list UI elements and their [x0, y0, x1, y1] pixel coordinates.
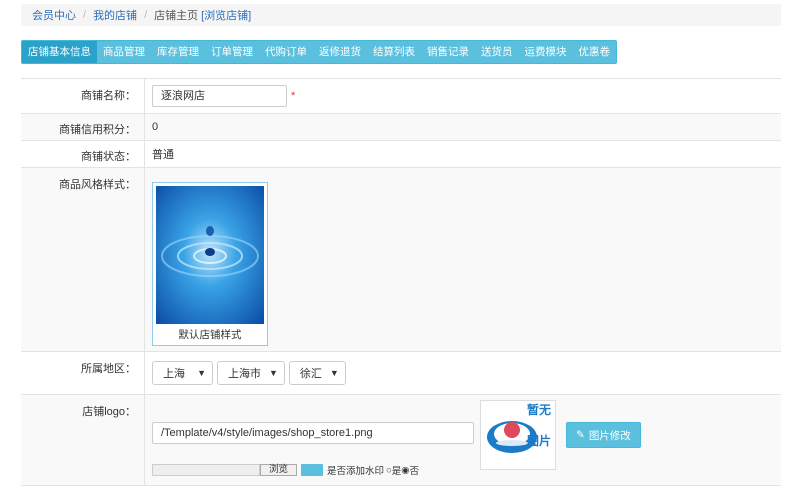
- district-value: 徐汇: [299, 368, 322, 380]
- chevron-down-icon: ▼: [269, 368, 278, 378]
- placeholder-text-2: 图片: [526, 434, 551, 448]
- pencil-icon: ✎: [576, 429, 585, 441]
- city-select[interactable]: 上海市 ▼: [217, 361, 285, 385]
- logo-preview: 暂无 图片: [480, 400, 556, 470]
- breadcrumb-home-link[interactable]: 会员中心: [32, 7, 76, 23]
- style-thumbnail[interactable]: 默认店铺样式: [152, 182, 268, 346]
- tab-sales-records[interactable]: 销售记录: [421, 41, 475, 63]
- watermark-yes-label: 是: [391, 466, 402, 477]
- watermark-no-radio[interactable]: ◉: [401, 465, 409, 476]
- store-name-input[interactable]: [152, 85, 287, 107]
- region-label: 所属地区：: [21, 352, 145, 394]
- breadcrumb-separator: /: [144, 9, 148, 21]
- credit-row: 商铺信用积分： 0: [21, 114, 781, 141]
- tab-proxy-orders[interactable]: 代购订单: [259, 41, 313, 63]
- chevron-down-icon: ▼: [197, 368, 206, 378]
- chevron-down-icon: ▼: [329, 368, 339, 378]
- browse-button[interactable]: 浏览: [260, 464, 298, 476]
- credit-value: 0: [152, 121, 159, 133]
- style-row: 商品风格样式： 默认店铺样式: [21, 168, 781, 352]
- water-drop-image: [156, 186, 264, 324]
- province-value: 上海: [163, 368, 185, 380]
- tab-products[interactable]: 商品管理: [97, 41, 151, 63]
- credit-label: 商铺信用积分：: [21, 114, 145, 140]
- tab-orders[interactable]: 订单管理: [205, 41, 259, 63]
- watermark-label: 是否添加水印: [327, 466, 385, 477]
- file-input[interactable]: [152, 464, 260, 476]
- tab-shipping[interactable]: 运费模块: [519, 41, 573, 63]
- status-row: 商铺状态： 普通: [21, 141, 781, 168]
- logo-label: 店铺logo：: [21, 395, 145, 485]
- tab-store-info[interactable]: 店铺基本信息: [22, 41, 97, 63]
- city-value: 上海市: [228, 368, 261, 380]
- edit-image-button[interactable]: ✎ 图片修改: [566, 422, 641, 448]
- required-mark: *: [291, 90, 296, 102]
- status-value: 普通: [152, 149, 174, 161]
- tab-coupons[interactable]: 优惠卷: [573, 41, 617, 63]
- breadcrumb-store-link[interactable]: 我的店铺: [93, 7, 137, 23]
- breadcrumb-current: 店铺主页: [154, 10, 199, 22]
- upload-button[interactable]: [301, 464, 324, 476]
- browse-store-link[interactable]: [浏览店铺]: [201, 7, 251, 23]
- style-caption: 默认店铺样式: [178, 329, 242, 341]
- watermark-no-label: 否: [409, 466, 420, 477]
- tab-settlements[interactable]: 结算列表: [367, 41, 421, 63]
- region-row: 所属地区： 上海 ▼ 上海市 ▼ 徐汇 ▼: [21, 352, 781, 395]
- breadcrumb-separator: /: [83, 9, 87, 21]
- province-select[interactable]: 上海 ▼: [152, 361, 213, 385]
- store-name-row: 商铺名称： *: [21, 79, 781, 114]
- style-label: 商品风格样式：: [21, 168, 145, 351]
- logo-path-input[interactable]: [152, 422, 474, 444]
- tab-inventory[interactable]: 库存管理: [151, 41, 205, 63]
- store-name-label: 商铺名称：: [21, 79, 145, 113]
- tab-bar: 店铺基本信息 商品管理 库存管理 订单管理 代购订单 返修退货 结算列表 销售记…: [21, 40, 617, 64]
- breadcrumb: 会员中心 / 我的店铺 / 店铺主页 [浏览店铺]: [21, 4, 781, 26]
- tab-couriers[interactable]: 送货员: [475, 41, 519, 63]
- store-form: 商铺名称： * 商铺信用积分： 0 商铺状态： 普通 商品风格样式：: [21, 78, 781, 486]
- placeholder-text-1: 暂无: [526, 403, 551, 417]
- tab-returns[interactable]: 返修退货: [313, 41, 367, 63]
- upload-row: 浏览 是否添加水印 ○ 是 ◉ 否: [152, 463, 419, 477]
- edit-image-label: 图片修改: [588, 429, 631, 442]
- district-select[interactable]: 徐汇 ▼: [288, 361, 346, 385]
- status-label: 商铺状态：: [21, 141, 145, 167]
